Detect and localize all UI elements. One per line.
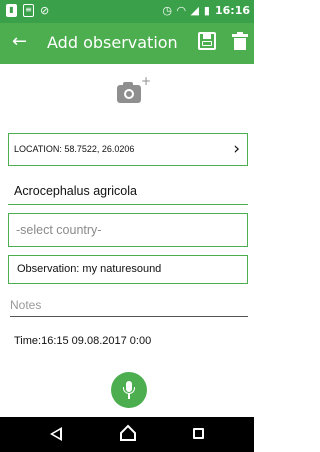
status-right-icons: ◷ ◠ ◢ ▮ 16:16 [162, 4, 250, 17]
observation-text: Observation: my naturesound [17, 263, 162, 275]
wifi-icon: ◠ [176, 4, 186, 17]
home-icon[interactable] [119, 424, 137, 442]
location-field[interactable]: LOCATION: 58.7522, 26.0206 › [8, 133, 248, 166]
clipboard-icon: ≡ [23, 4, 34, 17]
trash-icon[interactable] [232, 32, 248, 50]
species-field[interactable]: Acrocephalus agricola [8, 180, 248, 205]
sim-icon: ▮ [6, 4, 17, 17]
chevron-right-icon: › [233, 139, 240, 159]
page-title: Add observation [47, 33, 178, 52]
observation-field[interactable]: Observation: my naturesound [8, 255, 248, 284]
cell-signal-icon: ◢ [190, 4, 199, 17]
back-arrow-icon[interactable]: ← [12, 31, 27, 53]
battery-icon: ▮ [203, 4, 210, 17]
country-select[interactable]: -select country- [8, 213, 248, 247]
microphone-button[interactable] [111, 372, 147, 408]
status-left-icons: ▮ ≡ ⊘ [6, 4, 49, 17]
time-text: Time:16:15 09.08.2017 0:00 [14, 335, 152, 347]
status-time: 16:16 [214, 4, 250, 17]
no-signal-icon: ⊘ [40, 4, 50, 17]
save-icon[interactable] [198, 32, 216, 50]
alarm-icon: ◷ [162, 4, 172, 17]
notes-input[interactable]: Notes [10, 296, 248, 317]
species-text: Acrocephalus agricola [14, 184, 137, 198]
recent-apps-icon[interactable] [193, 428, 204, 439]
notes-placeholder: Notes [10, 298, 42, 312]
nav-bar [0, 417, 254, 452]
status-bar: ▮ ≡ ⊘ ◷ ◠ ◢ ▮ 16:16 [0, 0, 254, 23]
add-photo-icon[interactable]: + [117, 74, 151, 104]
country-placeholder: -select country- [16, 223, 102, 237]
back-triangle-icon[interactable] [50, 427, 62, 441]
location-text: LOCATION: 58.7522, 26.0206 [14, 144, 135, 154]
plus-icon: + [141, 74, 152, 88]
app-bar: ← Add observation [0, 23, 254, 64]
